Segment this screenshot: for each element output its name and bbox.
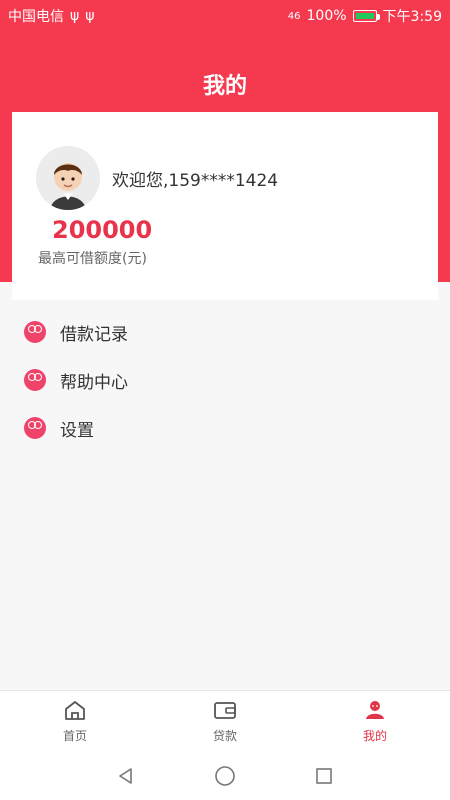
- usb-icon: ψ: [70, 8, 80, 24]
- carrier-label: 中国电信: [8, 9, 64, 25]
- menu-item-label: 借款记录: [60, 324, 128, 345]
- people-icon: [24, 321, 46, 343]
- phone-number: 159****1424: [168, 171, 279, 191]
- home-icon: [65, 701, 85, 720]
- status-time: 下午3:59: [382, 9, 442, 25]
- tab-home[interactable]: 首页: [0, 691, 150, 752]
- credit-label: 最高可借额度(元): [38, 251, 147, 267]
- avatar-icon: [36, 146, 100, 210]
- system-nav-bar: [0, 752, 450, 800]
- menu-item-help-center[interactable]: 帮助中心: [0, 356, 450, 404]
- welcome-text: 欢迎您,159****1424: [112, 166, 278, 191]
- home-circle-icon[interactable]: [214, 765, 236, 787]
- recent-apps-icon[interactable]: [314, 766, 334, 786]
- back-icon[interactable]: [116, 766, 136, 786]
- credit-amount: 200000: [52, 216, 153, 244]
- menu-item-label: 设置: [60, 420, 94, 441]
- wallet-icon: [214, 702, 236, 719]
- welcome-prefix: 欢迎您,: [112, 171, 169, 191]
- avatar[interactable]: [36, 146, 100, 210]
- battery-icon: [352, 10, 380, 22]
- people-icon: [24, 369, 46, 391]
- status-bar: 中国电信 ψ ψ 46 100% 下午3:59: [0, 0, 450, 32]
- user-icon: [366, 701, 384, 719]
- people-icon: [24, 417, 46, 439]
- usb-icon: ψ: [85, 8, 95, 24]
- tab-label: 我的: [362, 729, 387, 743]
- tab-label: 贷款: [212, 729, 237, 743]
- tab-mine[interactable]: 我的: [300, 691, 450, 752]
- status-left: 中国电信 ψ ψ: [8, 6, 95, 26]
- menu-item-label: 帮助中心: [60, 372, 128, 393]
- bottom-tab-bar: 首页 贷款 我的: [0, 690, 450, 752]
- page-title: 我的: [202, 74, 247, 99]
- profile-card: 欢迎您,159****1424 200000 最高可借额度(元): [12, 112, 438, 300]
- tab-label: 首页: [62, 729, 87, 743]
- status-right: 46 100% 下午3:59: [288, 6, 442, 26]
- menu-item-loan-records[interactable]: 借款记录: [0, 308, 450, 356]
- menu-list: 借款记录 帮助中心 设置: [0, 308, 450, 452]
- signal-icon: 46: [287, 10, 301, 22]
- tab-loan[interactable]: 贷款: [150, 691, 300, 752]
- battery-percent: 100%: [306, 8, 347, 24]
- menu-item-settings[interactable]: 设置: [0, 404, 450, 452]
